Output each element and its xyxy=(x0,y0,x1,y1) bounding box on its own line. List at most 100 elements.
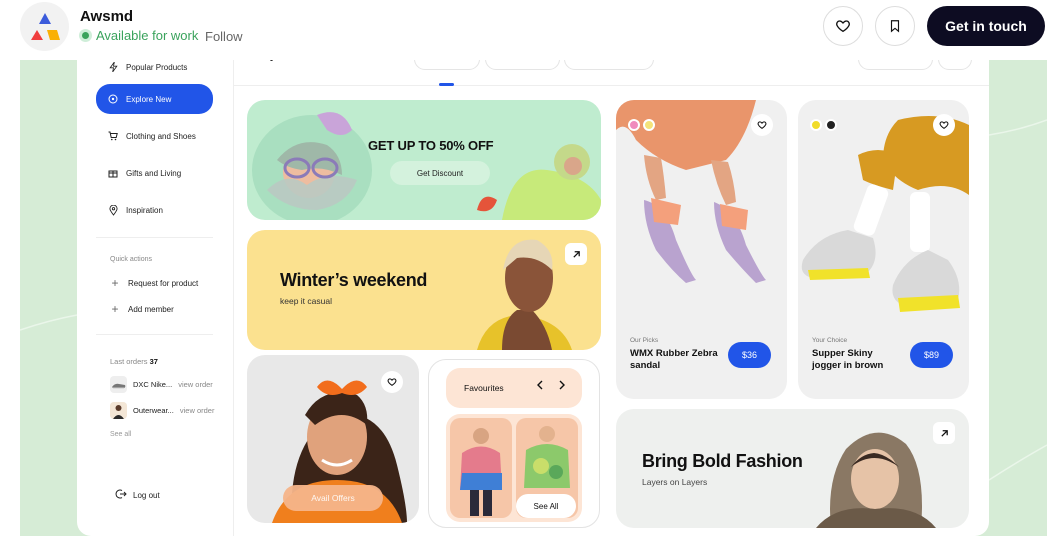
sidebar-item-popular[interactable]: Popular Products xyxy=(96,60,213,82)
plus-icon: + xyxy=(111,302,119,316)
heart-icon xyxy=(939,121,949,129)
compass-icon xyxy=(108,94,118,104)
offer-portrait-card[interactable]: Avail Offers xyxy=(247,355,419,523)
filter-pill[interactable] xyxy=(485,60,560,70)
sidebar-item-label: Clothing and Shoes xyxy=(126,131,196,141)
hoodie-model-image xyxy=(460,428,502,516)
filter-pill[interactable] xyxy=(938,60,972,70)
price-button[interactable]: $36 xyxy=(728,342,771,368)
favourite-item[interactable] xyxy=(450,418,512,518)
order-name: DXC Nike... xyxy=(133,380,173,389)
sidebar-item-explore-new[interactable]: Explore New xyxy=(96,84,213,114)
product-category: Your Choice xyxy=(812,337,848,344)
favourites-title: Favourites xyxy=(464,383,504,393)
filter-pill[interactable] xyxy=(564,60,654,70)
view-order-link[interactable]: view order xyxy=(178,380,213,389)
filter-pill[interactable] xyxy=(414,60,480,70)
sidebar-item-gifts[interactable]: Gifts and Living xyxy=(96,158,213,188)
divider xyxy=(96,237,213,238)
open-arrow-icon[interactable] xyxy=(565,243,587,265)
bold-fashion-title: Bring Bold Fashion xyxy=(642,451,803,471)
order-thumbnail xyxy=(110,402,127,419)
favourites-header: Favourites xyxy=(446,368,582,408)
chevron-left-icon[interactable] xyxy=(536,380,544,393)
favorite-button[interactable] xyxy=(933,114,955,136)
color-swatch[interactable] xyxy=(628,119,640,131)
last-orders-title: Last orders 37 xyxy=(110,357,158,366)
color-swatch[interactable] xyxy=(810,119,822,131)
favourites-grid: See All xyxy=(446,414,582,522)
chevron-right-icon[interactable] xyxy=(558,380,566,393)
lightning-icon xyxy=(108,62,118,72)
get-discount-button[interactable]: Get Discount xyxy=(390,161,490,185)
heart-icon xyxy=(836,20,850,33)
follow-link[interactable]: Follow xyxy=(205,29,243,44)
get-in-touch-button[interactable]: Get in touch xyxy=(927,6,1045,46)
sidebar-item-inspiration[interactable]: Inspiration xyxy=(96,195,213,225)
active-tab-indicator xyxy=(439,83,454,86)
favourites-card: Favourites See All xyxy=(428,359,600,528)
order-item[interactable]: Outerwear... view order xyxy=(110,402,214,419)
availability-label: Available for work xyxy=(96,28,199,43)
bold-fashion-subtitle: Layers on Layers xyxy=(642,477,708,487)
sidebar-item-clothing[interactable]: Clothing and Shoes xyxy=(96,121,213,151)
sidebar: Popular Products Explore New Clothing an… xyxy=(77,60,234,536)
avail-offers-button[interactable]: Avail Offers xyxy=(283,485,383,511)
product-category: Our Picks xyxy=(630,337,659,344)
winter-weekend-card[interactable]: Winter’s weekend keep it casual xyxy=(247,230,601,350)
bookmark-icon xyxy=(890,20,900,33)
top-bar: Awsmd Available for work Follow Get in t… xyxy=(0,0,1047,60)
action-label: Request for product xyxy=(128,278,199,288)
color-swatch[interactable] xyxy=(643,119,655,131)
save-button[interactable] xyxy=(875,6,915,46)
see-all-orders-link[interactable]: See all xyxy=(110,431,131,438)
status-dot-icon xyxy=(79,29,92,42)
product-name: Supper Skiny jogger in brown xyxy=(812,348,884,371)
like-button[interactable] xyxy=(823,6,863,46)
order-item[interactable]: DXC Nike... view order xyxy=(110,376,213,393)
favorite-button[interactable] xyxy=(381,371,403,393)
favourites-nav xyxy=(536,380,566,393)
action-label: Add member xyxy=(128,304,174,314)
app-frame: Popular Products Explore New Clothing an… xyxy=(77,60,989,536)
availability-status: Available for work xyxy=(79,28,198,43)
order-thumbnail xyxy=(110,376,127,393)
favorite-button[interactable] xyxy=(751,114,773,136)
shot-logo[interactable] xyxy=(20,2,69,51)
discount-banner[interactable]: GET UP TO 50% OFF Get Discount xyxy=(247,100,601,220)
logout-button[interactable]: Log out xyxy=(115,488,160,502)
add-member-action[interactable]: + Add member xyxy=(110,302,174,316)
logout-label: Log out xyxy=(133,490,160,500)
product-card[interactable]: Our Picks WMX Rubber Zebra sandal $36 xyxy=(616,100,787,399)
logo-icon xyxy=(31,13,60,40)
location-icon xyxy=(108,204,118,216)
color-swatches xyxy=(628,119,655,131)
request-product-action[interactable]: + Request for product xyxy=(110,276,198,290)
price-button[interactable]: $89 xyxy=(910,342,953,368)
open-arrow-icon[interactable] xyxy=(933,422,955,444)
view-order-link[interactable]: view order xyxy=(180,406,215,415)
see-all-favourites-button[interactable]: See All xyxy=(516,494,576,518)
product-card[interactable]: Your Choice Supper Skiny jogger in brown… xyxy=(798,100,969,399)
color-swatch[interactable] xyxy=(825,119,837,131)
promo-title: GET UP TO 50% OFF xyxy=(368,138,494,153)
gift-icon xyxy=(108,168,118,178)
last-orders-label: Last orders xyxy=(110,357,148,366)
sidebar-item-label: Gifts and Living xyxy=(126,168,182,178)
filter-pill[interactable] xyxy=(858,60,933,70)
sidebar-item-label: Popular Products xyxy=(126,62,188,72)
app-name[interactable]: Awsmd xyxy=(80,8,133,25)
filter-bar xyxy=(234,60,989,86)
winter-title: Winter’s weekend xyxy=(280,270,428,290)
color-swatches xyxy=(810,119,837,131)
heart-icon xyxy=(387,378,397,386)
logout-icon xyxy=(115,488,127,502)
bullet-icon xyxy=(270,60,273,61)
cart-icon xyxy=(108,131,118,141)
divider xyxy=(96,334,213,335)
winter-subtitle: keep it casual xyxy=(280,296,332,306)
sidebar-item-label: Inspiration xyxy=(126,205,163,215)
bold-fashion-card[interactable]: Bring Bold Fashion Layers on Layers xyxy=(616,409,969,528)
promo-illustration xyxy=(252,112,601,220)
last-orders-count: 37 xyxy=(149,357,158,366)
